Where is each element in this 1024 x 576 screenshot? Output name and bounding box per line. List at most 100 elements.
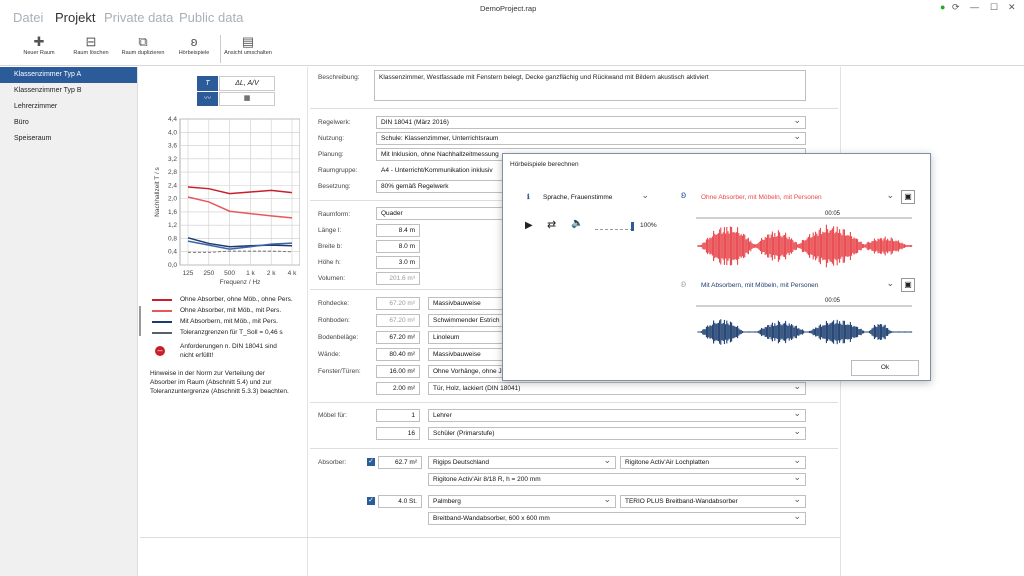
speaker-icon[interactable]: 🔈 [571,218,583,229]
sync-icon[interactable]: ⟳ [952,2,960,13]
room-item-klassenzimmer-b[interactable]: Klassenzimmer Typ B [0,83,137,99]
description-field[interactable]: Klassenzimmer, Westfassade mit Fenstern … [374,70,806,101]
menu-projekt[interactable]: Projekt [55,10,95,25]
toolbar-divider [220,35,221,63]
surface-material-select[interactable]: Tür, Holz, lackiert (DIN 18041) [428,381,806,395]
absorber-variant-select[interactable]: Rigitone Activ'Air 8/18 R, h = 200 mm [428,472,806,486]
absorber-checkbox[interactable]: ✓ [367,497,375,505]
waveform-top-shape [697,224,913,268]
delete-room-button[interactable]: ⊟ Raum löschen [70,34,112,56]
absorber-qty-input[interactable]: 4.0 St. [378,495,422,508]
maximize-icon[interactable]: ☐ [990,2,998,13]
scenario-bottom-select[interactable]: Mit Absorbern, mit Möbeln, mit Personen [696,278,899,292]
audio-examples-button[interactable]: ʚ Hörbeispiele [174,34,214,56]
toggle-view-button[interactable]: ▤ Ansicht umschalten [224,34,272,56]
nutzung-label: Nutzung: [318,135,345,142]
moebel-type-select[interactable]: Schüler (Primarstufe) [428,426,806,440]
absorber-qty-input[interactable]: 62.7 m² [378,456,422,469]
scenario-top-select[interactable]: Ohne Absorber, mit Möbeln, mit Personen [696,190,899,204]
x-axis-label: Frequenz / Hz [220,279,261,286]
splitter-handle[interactable] [139,306,141,336]
volume-value: 100% [640,222,657,229]
breite-input[interactable]: 8.0 m [376,240,420,253]
y-tick-label: 2,8 [168,169,177,176]
chart-view-button[interactable]: 〰 [197,92,218,106]
y-axis-label: Nachhallzeit T / s [154,166,161,216]
absorber-product-select[interactable]: TERIO PLUS Breitband-Wandabsorber [620,494,806,508]
play-icon[interactable]: ▶ [525,220,533,231]
repeat-icon[interactable]: ⇄ [547,218,556,231]
absorber-maker-select[interactable]: Rigips Deutschland [428,455,616,469]
y-tick-label: 1,2 [168,222,177,229]
regelwerk-select[interactable]: DIN 18041 (März 2016) [376,115,806,129]
save-icon: ▣ [904,280,912,289]
nutzung-select[interactable]: Schule: Klassenzimmer, Unterrichtsraum [376,131,806,145]
section-divider [310,108,838,109]
duplicate-room-label: Raum duplizieren [121,50,165,56]
surface-area-input[interactable]: 2.00 m² [376,382,420,395]
room-item-speiseraum[interactable]: Speiseraum [0,131,137,147]
y-tick-label: 2,0 [168,196,177,203]
absorber-product-select[interactable]: Rigitone Activ'Air Lochplatten [620,455,806,469]
room-item-buero[interactable]: Büro [0,115,137,131]
moebel-count-input[interactable]: 1 [376,409,420,422]
delete-room-icon: ⊟ [85,34,97,49]
legend-label: Toleranzgrenzen für T_Soll = 0,46 s [180,329,283,336]
new-room-button[interactable]: ✚ Neuer Raum [20,34,58,56]
menu-datei[interactable]: Datei [13,10,43,25]
menu-public-data[interactable]: Public data [179,10,243,25]
duplicate-room-button[interactable]: ⧉ Raum duplizieren [118,34,168,56]
volume-slider[interactable] [595,229,633,230]
save-top-button[interactable]: ▣ [901,190,915,204]
legend-label: Ohne Absorber, ohne Möb., ohne Pers. [180,296,293,303]
surface-area-input[interactable]: 16.00 m² [376,365,420,378]
series-line [187,237,293,248]
volumen-value: 201.6 m³ [376,272,420,285]
laenge-label: Länge l: [318,227,342,234]
absorber-variant-select[interactable]: Breitband-Wandabsorber, 600 x 600 mm [428,511,806,525]
waveform-bottom [696,305,913,345]
absorber-maker-select[interactable]: Palmberg [428,494,616,508]
tab-level-reduction[interactable]: ΔL, A/V [219,76,275,91]
menu-private-data[interactable]: Private data [104,10,173,25]
minimize-icon[interactable]: — [970,2,979,12]
volume-slider-handle[interactable] [631,222,634,231]
room-item-klassenzimmer-a[interactable]: Klassenzimmer Typ A [0,67,137,83]
x-tick-label: 250 [203,270,214,277]
surface-area-input[interactable]: 67.20 m² [376,297,420,310]
ok-button[interactable]: Ok [851,360,919,376]
table-view-button[interactable]: ▦ [219,92,275,106]
moebel-type-select[interactable]: Lehrer [428,408,806,422]
surface-area-input[interactable]: 67.20 m² [376,331,420,344]
toolbar: ✚ Neuer Raum ⊟ Raum löschen ⧉ Raum dupli… [0,32,1024,66]
y-tick-label: 0,0 [168,262,177,269]
breite-label: Breite b: [318,243,343,250]
planung-label: Planung: [318,151,344,158]
volumen-label: Volumen: [318,275,346,282]
laenge-input[interactable]: 8.4 m [376,224,420,237]
close-icon[interactable]: ✕ [1008,2,1016,13]
room-list: Klassenzimmer Typ A Klassenzimmer Typ B … [0,67,138,576]
audio-examples-dialog: Hörbeispiele berechnen ℹ Sprache, Frauen… [502,153,931,381]
absorber-checkbox[interactable]: ✓ [367,458,375,466]
delete-room-label: Raum löschen [73,50,109,56]
sound-source-select[interactable]: Sprache, Frauenstimme [538,190,654,204]
surface-area-input[interactable]: 80.40 m² [376,348,420,361]
ear-icon: ʚ [190,34,198,49]
x-tick-label: 125 [183,270,194,277]
x-tick-label: 500 [224,270,235,277]
moebel-count-input[interactable]: 16 [376,427,420,440]
tab-reverberation-time[interactable]: T [197,76,218,91]
besetzung-select[interactable]: 80% gemäß Regelwerk [376,180,506,193]
x-tick-label: 2 k [267,270,276,277]
bottom-divider [140,537,840,538]
raumform-select[interactable]: Quader [376,207,506,220]
audio-examples-label: Hörbeispiele [178,50,210,56]
chart-icon: 〰 [204,95,211,102]
hoehe-input[interactable]: 3.0 m [376,256,420,269]
waveform-bottom-shape [697,319,913,345]
room-item-lehrerzimmer[interactable]: Lehrerzimmer [0,99,137,115]
save-bottom-button[interactable]: ▣ [901,278,915,292]
surface-area-input[interactable]: 67.20 m² [376,314,420,327]
surface-label: Rohdecke: [318,300,350,307]
